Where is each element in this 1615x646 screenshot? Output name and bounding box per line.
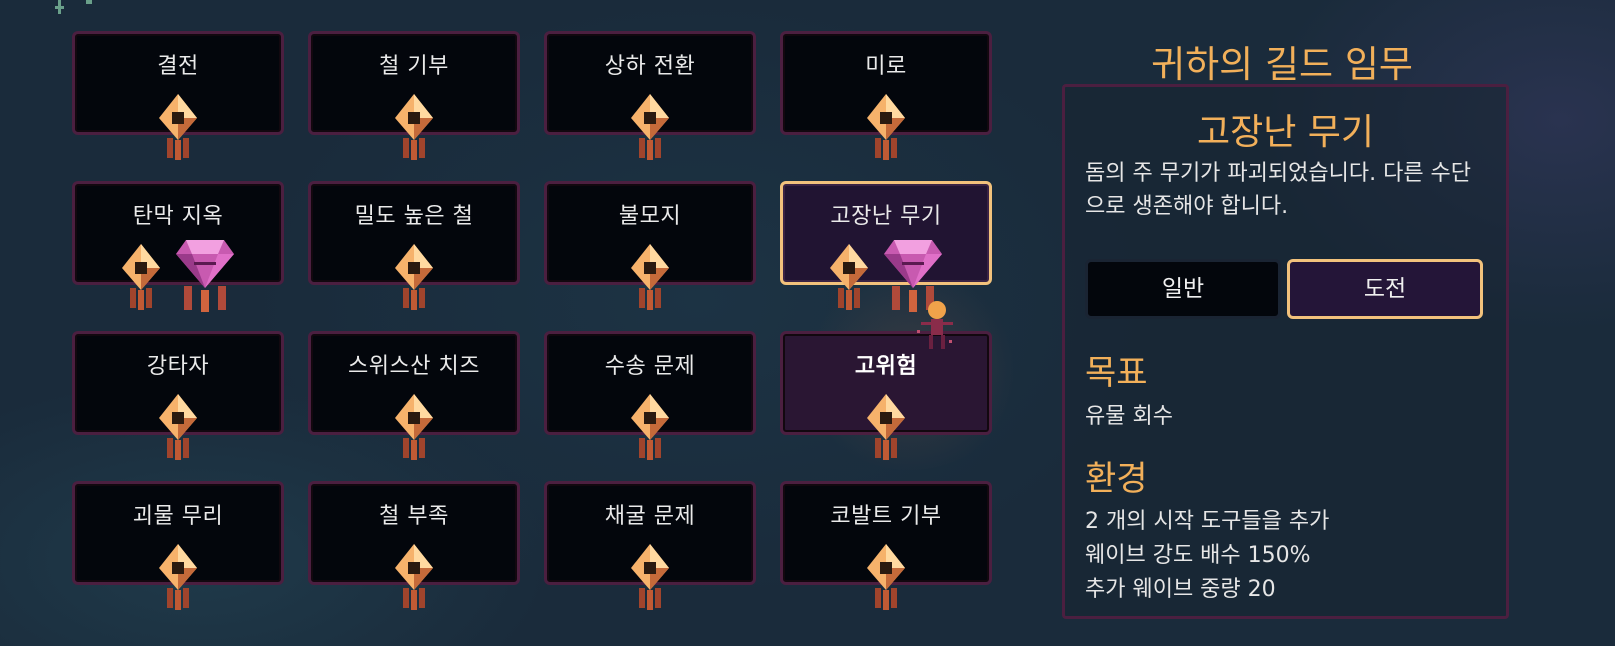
mission-tile-label: 탄막 지옥 [132, 204, 224, 229]
amber-relic-icon [393, 542, 435, 616]
mission-tile-label: 철 기부 [379, 54, 449, 79]
environment-line: 2 개의 시작 도구들을 추가 [1085, 509, 1330, 534]
mode-challenge-button[interactable]: 도전 [1287, 259, 1483, 319]
mission-tile-label: 괴물 무리 [132, 504, 224, 529]
amber-relic-icon [393, 392, 435, 466]
objective-text: 유물 회수 [1085, 404, 1173, 429]
amber-relic-icon [120, 242, 162, 316]
mission-tile[interactable]: 고장난 무기 [780, 181, 992, 312]
mission-tile[interactable]: 미로 [780, 31, 992, 160]
amber-relic-icon [157, 392, 199, 466]
mission-tile[interactable]: 철 부족 [308, 481, 520, 610]
objective-heading: 목표 [1085, 353, 1148, 393]
mode-normal-button[interactable]: 일반 [1085, 259, 1281, 319]
environment-heading: 환경 [1085, 459, 1148, 499]
mission-tile-label: 밀도 높은 철 [354, 204, 474, 229]
mission-tile-label: 스위스산 치즈 [348, 354, 480, 379]
amber-relic-icon [157, 542, 199, 616]
mission-tile[interactable]: 탄막 지옥 [72, 181, 284, 312]
mission-description: 돔의 주 무기가 파괴되었습니다. 다른 수단으로 생존해야 합니다. [1085, 161, 1472, 219]
selected-mission-name: 고장난 무기 [1196, 112, 1375, 153]
mission-detail-panel: 고장난 무기 돔의 주 무기가 파괴되었습니다. 다른 수단으로 생존해야 합니… [1062, 84, 1509, 619]
amber-relic-icon [157, 92, 199, 166]
mission-rewards [311, 242, 517, 322]
mission-tile[interactable]: 상하 전환 [544, 31, 756, 160]
mission-tile[interactable]: 코발트 기부 [780, 481, 992, 610]
mission-rewards [783, 92, 989, 172]
mission-tile-label: 상하 전환 [604, 54, 696, 79]
mission-tile[interactable]: 채굴 문제 [544, 481, 756, 610]
mission-rewards [311, 542, 517, 622]
mission-tile-label: 고장난 무기 [830, 204, 942, 229]
guild-mission-title: 귀하의 길드 임무 [1151, 43, 1413, 86]
mission-tile-label: 결전 [157, 54, 199, 79]
mission-tile[interactable]: 괴물 무리 [72, 481, 284, 610]
mission-tile-label: 수송 문제 [604, 354, 696, 379]
mission-tile-label: 채굴 문제 [604, 504, 696, 529]
mission-tile-label: 불모지 [618, 204, 682, 229]
mission-rewards [311, 392, 517, 472]
mission-rewards [547, 92, 753, 172]
keeper-character-icon [917, 301, 953, 349]
mission-tile[interactable]: 결전 [72, 31, 284, 160]
mission-tile-label: 코발트 기부 [830, 504, 942, 529]
corner-decoration [55, 0, 92, 14]
mission-tile-label: 강타자 [146, 354, 210, 379]
amber-relic-icon [393, 242, 435, 316]
mission-tile[interactable]: 스위스산 치즈 [308, 331, 520, 460]
mission-tile[interactable]: 철 기부 [308, 31, 520, 160]
mission-rewards [75, 240, 281, 322]
amber-relic-icon [865, 392, 907, 466]
mission-rewards [547, 392, 753, 472]
environment-line: 추가 웨이브 중량 20 [1085, 577, 1276, 602]
mission-rewards [783, 392, 989, 472]
mission-tile[interactable]: 수송 문제 [544, 331, 756, 460]
mission-tile-label: 고위험 [854, 354, 918, 379]
mission-rewards [75, 542, 281, 622]
amber-relic-icon [865, 542, 907, 616]
mission-rewards [75, 392, 281, 472]
amber-relic-icon [629, 542, 671, 616]
amber-relic-icon [629, 92, 671, 166]
mission-grid: 결전 철 기부 상하 전환 미로탄막 지옥 밀도 높은 철 불모지 고장난 무기강타자 스위스… [72, 31, 1000, 610]
mission-tile-label: 철 부족 [379, 504, 449, 529]
mission-tile[interactable]: 밀도 높은 철 [308, 181, 520, 310]
mission-rewards [547, 542, 753, 622]
mission-tile[interactable]: 강타자 [72, 331, 284, 460]
amber-relic-icon [828, 242, 870, 316]
mission-tile[interactable]: 불모지 [544, 181, 756, 310]
mission-rewards [547, 242, 753, 322]
mission-rewards [311, 92, 517, 172]
amber-relic-icon [865, 92, 907, 166]
amber-relic-icon [393, 92, 435, 166]
amber-relic-icon [629, 392, 671, 466]
pink-gem-icon [174, 236, 236, 318]
mission-tile-label: 미로 [865, 54, 907, 79]
mission-tile[interactable]: 고위험 [780, 331, 992, 460]
mission-rewards [783, 240, 989, 322]
mission-rewards [75, 92, 281, 172]
environment-line: 웨이브 강도 배수 150% [1085, 543, 1311, 568]
amber-relic-icon [629, 242, 671, 316]
mission-rewards [783, 542, 989, 622]
